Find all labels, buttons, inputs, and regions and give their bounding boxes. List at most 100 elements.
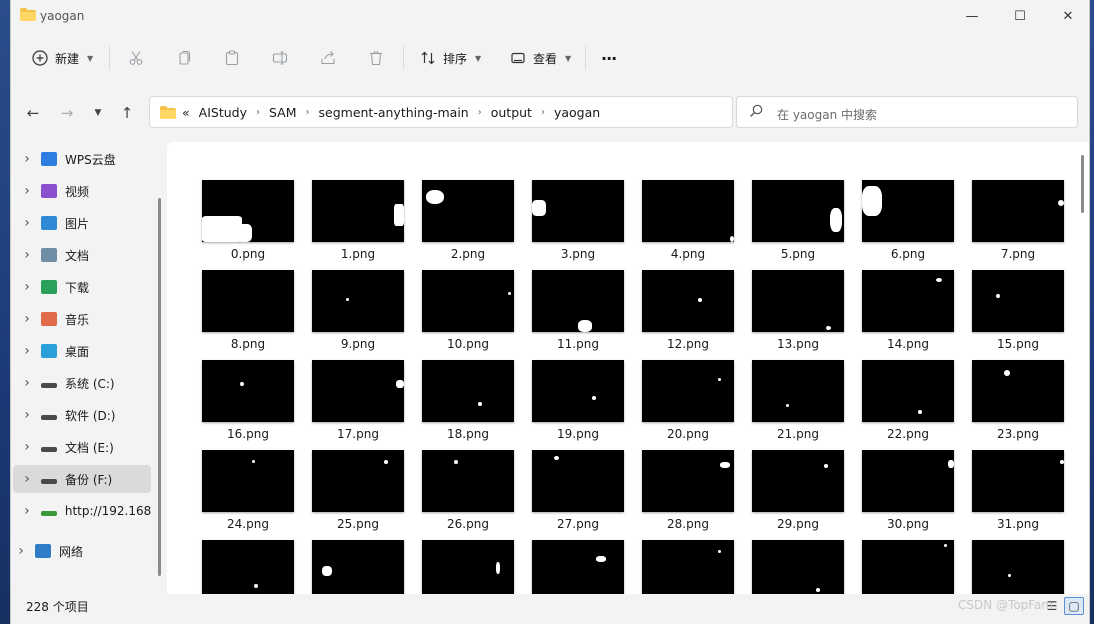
sidebar-item[interactable]: › 音乐 bbox=[13, 305, 151, 333]
sort-button[interactable]: 排序 ▼ bbox=[419, 44, 481, 72]
file-item[interactable]: 3.png bbox=[532, 180, 624, 261]
file-item[interactable] bbox=[202, 540, 294, 594]
sidebar-item[interactable]: › 网络 bbox=[7, 537, 145, 565]
chevron-right-icon[interactable]: › bbox=[13, 407, 41, 423]
file-item[interactable]: 27.png bbox=[532, 450, 624, 531]
search-input[interactable]: 在 yaogan 中搜索 bbox=[777, 106, 877, 123]
file-item[interactable] bbox=[862, 540, 954, 594]
file-item[interactable]: 19.png bbox=[532, 360, 624, 441]
sidebar-scrollbar[interactable] bbox=[158, 198, 161, 576]
copy-button[interactable] bbox=[175, 44, 193, 72]
file-item[interactable]: 29.png bbox=[752, 450, 844, 531]
mask-region bbox=[718, 378, 721, 381]
file-item[interactable]: 23.png bbox=[972, 360, 1064, 441]
thumbnail-view-button[interactable]: ▢ bbox=[1064, 597, 1084, 615]
file-item[interactable] bbox=[312, 540, 404, 594]
file-item[interactable]: 26.png bbox=[422, 450, 514, 531]
chevron-right-icon[interactable]: › bbox=[13, 439, 41, 455]
file-item[interactable]: 28.png bbox=[642, 450, 734, 531]
file-item[interactable] bbox=[532, 540, 624, 594]
address-bar[interactable]: « AIStudy › SAM › segment-anything-main … bbox=[149, 96, 849, 128]
sidebar-item[interactable]: › 文档 (E:) bbox=[13, 433, 151, 461]
file-item[interactable]: 16.png bbox=[202, 360, 294, 441]
file-item[interactable]: 20.png bbox=[642, 360, 734, 441]
breadcrumb-item[interactable]: AIStudy bbox=[199, 105, 247, 120]
rename-button[interactable] bbox=[271, 44, 289, 72]
recent-locations-button[interactable]: ▼ bbox=[87, 102, 109, 124]
view-button[interactable]: 查看 ▼ bbox=[509, 44, 571, 72]
chevron-right-icon[interactable]: › bbox=[13, 247, 41, 263]
drive-icon bbox=[41, 414, 57, 420]
file-item[interactable]: 9.png bbox=[312, 270, 404, 351]
file-item[interactable]: 5.png bbox=[752, 180, 844, 261]
breadcrumb-item[interactable]: SAM bbox=[269, 105, 297, 120]
chevron-right-icon[interactable]: › bbox=[7, 543, 35, 559]
file-item[interactable] bbox=[642, 540, 734, 594]
file-item[interactable]: 31.png bbox=[972, 450, 1064, 531]
sidebar-item[interactable]: › 文档 bbox=[13, 241, 151, 269]
file-item[interactable]: 8.png bbox=[202, 270, 294, 351]
file-item[interactable] bbox=[422, 540, 514, 594]
maximize-button[interactable]: ☐ bbox=[996, 0, 1044, 32]
file-item[interactable] bbox=[972, 540, 1064, 594]
sidebar-item[interactable]: › 软件 (D:) bbox=[13, 401, 151, 429]
file-item[interactable]: 25.png bbox=[312, 450, 404, 531]
file-item[interactable]: 11.png bbox=[532, 270, 624, 351]
file-item[interactable]: 22.png bbox=[862, 360, 954, 441]
chevron-right-icon[interactable]: › bbox=[13, 151, 41, 167]
delete-button[interactable] bbox=[367, 44, 385, 72]
file-item[interactable]: 12.png bbox=[642, 270, 734, 351]
file-item[interactable]: 7.png bbox=[972, 180, 1064, 261]
chevron-right-icon[interactable]: › bbox=[13, 183, 41, 199]
file-item[interactable]: 13.png bbox=[752, 270, 844, 351]
chevron-right-icon[interactable]: › bbox=[13, 343, 41, 359]
sidebar-item[interactable]: › 桌面 bbox=[13, 337, 151, 365]
paste-button[interactable] bbox=[223, 44, 241, 72]
breadcrumb-item[interactable]: segment-anything-main bbox=[319, 105, 469, 120]
file-item[interactable]: 30.png bbox=[862, 450, 954, 531]
file-item[interactable]: 24.png bbox=[202, 450, 294, 531]
file-item[interactable]: 21.png bbox=[752, 360, 844, 441]
cut-button[interactable] bbox=[127, 44, 145, 72]
file-item[interactable]: 1.png bbox=[312, 180, 404, 261]
file-item[interactable]: 6.png bbox=[862, 180, 954, 261]
minimize-button[interactable]: — bbox=[948, 0, 996, 32]
up-button[interactable]: ↑ bbox=[116, 102, 138, 124]
sidebar-item[interactable]: › 系统 (C:) bbox=[13, 369, 151, 397]
sidebar-item[interactable]: › WPS云盘 bbox=[13, 145, 151, 173]
file-item[interactable]: 14.png bbox=[862, 270, 954, 351]
more-options-button[interactable]: ··· bbox=[601, 44, 617, 72]
chevron-right-icon[interactable]: › bbox=[13, 279, 41, 295]
chevron-right-icon[interactable]: › bbox=[13, 375, 41, 391]
file-item[interactable]: 18.png bbox=[422, 360, 514, 441]
sidebar-item[interactable]: › 备份 (F:) bbox=[13, 465, 151, 493]
file-item[interactable]: 10.png bbox=[422, 270, 514, 351]
file-item[interactable]: 17.png bbox=[312, 360, 404, 441]
file-item[interactable]: 4.png bbox=[642, 180, 734, 261]
breadcrumb-item[interactable]: output bbox=[491, 105, 532, 120]
breadcrumb-item[interactable]: yaogan bbox=[554, 105, 600, 120]
file-item[interactable]: 2.png bbox=[422, 180, 514, 261]
file-item[interactable]: 15.png bbox=[972, 270, 1064, 351]
search-box[interactable]: 在 yaogan 中搜索 bbox=[736, 96, 1078, 128]
breadcrumb-overflow[interactable]: « bbox=[182, 105, 190, 120]
chevron-right-icon[interactable]: › bbox=[13, 503, 41, 519]
chevron-right-icon[interactable]: › bbox=[13, 215, 41, 231]
file-item[interactable] bbox=[752, 540, 844, 594]
sidebar-item[interactable]: › 下载 bbox=[13, 273, 151, 301]
back-button[interactable]: ← bbox=[22, 102, 44, 124]
forward-button[interactable]: → bbox=[56, 102, 78, 124]
sidebar-item[interactable]: › 视频 bbox=[13, 177, 151, 205]
file-item[interactable]: 0.png bbox=[202, 180, 294, 261]
new-button[interactable]: 新建 ▼ bbox=[31, 44, 93, 72]
close-button[interactable]: ✕ bbox=[1044, 0, 1092, 32]
content-scrollbar[interactable] bbox=[1081, 155, 1084, 213]
more-icon: ··· bbox=[601, 48, 617, 68]
chevron-right-icon[interactable]: › bbox=[13, 471, 41, 487]
sidebar-item[interactable]: › 图片 bbox=[13, 209, 151, 237]
share-button[interactable] bbox=[319, 44, 337, 72]
mask-region bbox=[862, 186, 882, 216]
sidebar-item[interactable]: › http://192.168 bbox=[13, 497, 151, 525]
mask-region bbox=[578, 320, 592, 332]
chevron-right-icon[interactable]: › bbox=[13, 311, 41, 327]
